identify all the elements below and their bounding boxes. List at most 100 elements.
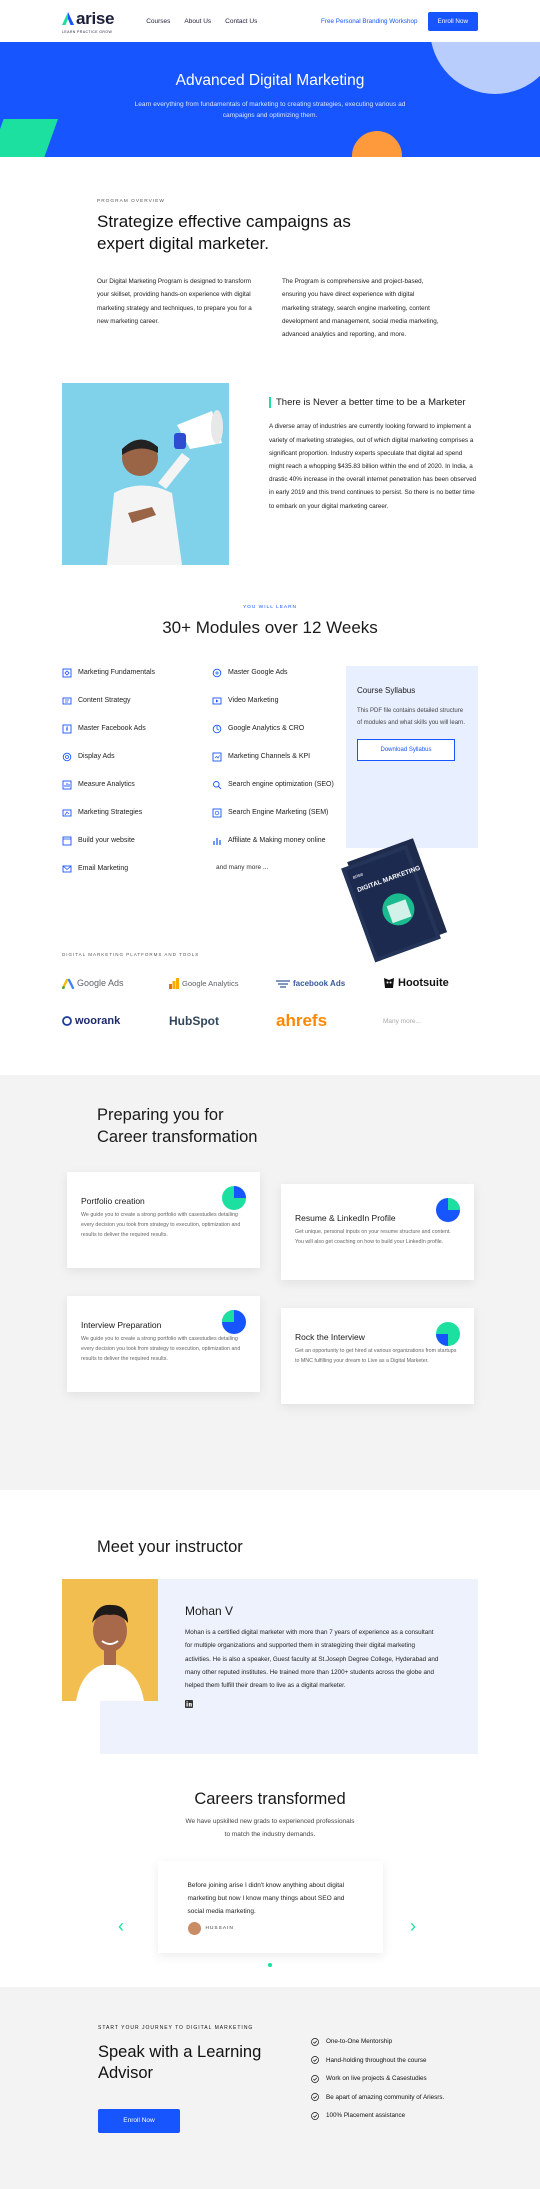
hootsuite-logo: Hootsuite [383, 977, 478, 989]
hubspot-logo: HubSpot [169, 1014, 264, 1028]
cta-eyebrow: START YOUR JOURNEY TO DIGITAL MARKETING [98, 2024, 254, 2031]
testimonials-title: Careers transformed [194, 1790, 346, 1809]
check-circle-icon [311, 2037, 319, 2046]
tool-name: Many more... [383, 1017, 421, 1025]
download-syllabus-button[interactable]: Download Syllabus [357, 739, 455, 762]
modules-column-2: Master Google Ads Video Marketing Google… [212, 668, 352, 892]
cta-enroll-button[interactable]: Enroll Now [98, 2108, 180, 2133]
more-modules-text: and many more ... [216, 864, 269, 872]
program-overview: PROGRAM OVERVIEW Strategize effective ca… [0, 157, 540, 341]
logo[interactable]: arise LEARN PRACTICE GROW [62, 9, 115, 34]
overview-text-left: Our Digital Marketing Program is designe… [97, 278, 252, 325]
facebook-ads-logo: facebook Ads [276, 979, 371, 988]
google-analytics-icon [212, 725, 222, 734]
woorank-icon [62, 1016, 72, 1027]
marketer-megaphone-image [62, 383, 229, 566]
module-item: Affiliate & Making money online [212, 836, 352, 850]
avatar [187, 1921, 201, 1935]
website-icon [62, 836, 72, 846]
ahrefs-logo: ahrefs [276, 1011, 371, 1031]
career-title-line-1: Preparing you for [97, 1106, 224, 1125]
benefit-label: Hand-holding throughout the course [326, 2056, 427, 2064]
testimonial-card: Before joining arise I didn't know anyth… [157, 1860, 383, 1953]
career-card-portfolio: Portfolio creation We guide you to creat… [67, 1172, 260, 1269]
module-label: Search Engine Marketing (SEM) [228, 809, 329, 817]
career-card-rock-interview: Rock the Interview Get an opportunity to… [281, 1308, 474, 1405]
overview-title: Strategize effective campaigns as expert… [97, 212, 351, 254]
module-label: Marketing Fundamentals [78, 669, 156, 677]
facebook-ads-icon [62, 724, 72, 734]
display-ads-icon [62, 753, 72, 762]
decorative-orange-circle [352, 131, 402, 157]
tool-name: facebook Ads [293, 978, 346, 988]
tool-name: Google Analytics [182, 978, 239, 988]
better-time-section: There is Never a better time to be a Mar… [0, 341, 540, 566]
many-more-tools: Many more... [383, 1018, 478, 1025]
module-label: Google Analytics & CRO [228, 725, 305, 733]
syllabus-text: This PDF file contains detailed structur… [357, 708, 466, 727]
module-label: Display Ads [78, 753, 115, 761]
testimonials-subtitle: We have upskilled new grads to experienc… [185, 1818, 355, 1838]
testimonial-author: HUSSAIN [205, 1925, 234, 1931]
testimonial-quote: Before joining arise I didn't know anyth… [187, 1881, 345, 1915]
instructor-bio: Mohan is a certified digital marketer wi… [185, 1629, 439, 1690]
hero-banner: Advanced Digital Marketing Learn everyth… [0, 42, 540, 157]
benefit-item: One-to-One Mentorship [311, 2037, 444, 2046]
nav-contact-us[interactable]: Contact Us [225, 18, 257, 25]
module-label: Marketing Strategies [78, 809, 143, 817]
career-card-interview-prep: Interview Preparation We guide you to cr… [67, 1296, 260, 1393]
decorative-green-shape [0, 119, 58, 157]
header-enroll-button[interactable]: Enroll Now [427, 11, 478, 31]
email-icon [62, 865, 72, 873]
better-time-text: A diverse array of industries are curren… [269, 423, 477, 510]
linkedin-icon[interactable] [185, 1700, 193, 1709]
modules-eyebrow: YOU WILL LEARN [242, 605, 298, 611]
check-circle-icon [311, 2111, 319, 2120]
tool-name: Google Ads [77, 978, 124, 989]
tool-name: HubSpot [169, 1014, 219, 1029]
module-label: Measure Analytics [78, 781, 135, 789]
chevron-left-icon[interactable]: ‹ [118, 1916, 124, 1937]
module-item: Build your website [62, 836, 202, 850]
career-title-line-2: Career transformation [97, 1127, 258, 1146]
workshop-link[interactable]: Free Personal Branding Workshop [321, 18, 418, 25]
analytics-icon [62, 780, 72, 790]
pie-chart-icon [436, 1322, 460, 1347]
seo-icon [213, 781, 222, 790]
chevron-right-icon[interactable]: › [410, 1916, 416, 1937]
benefit-label: Be apart of amazing community of Ariesrs… [326, 2093, 445, 2101]
main-nav: Courses About Us Contact Us [146, 18, 257, 25]
tool-name: Hootsuite [398, 977, 449, 990]
google-analytics-icon [169, 977, 179, 989]
carousel-dot[interactable] [268, 1962, 272, 1967]
content-icon [62, 697, 72, 705]
nav-about-us[interactable]: About Us [184, 18, 211, 25]
benefit-item: Be apart of amazing community of Ariesrs… [311, 2093, 445, 2102]
strategy-icon [62, 809, 72, 817]
nav-courses[interactable]: Courses [146, 18, 170, 25]
cta-section: START YOUR JOURNEY TO DIGITAL MARKETING … [0, 1986, 540, 2189]
card-text: We guide you to create a strong portfoli… [81, 1212, 241, 1238]
cta-title: Speak with a Learning Advisor [98, 2042, 262, 2083]
sem-icon [212, 808, 222, 818]
module-item: Video Marketing [212, 696, 352, 710]
better-time-title: There is Never a better time to be a Mar… [269, 397, 478, 409]
pie-chart-icon [222, 1186, 246, 1211]
modules-title: 30+ Modules over 12 Weeks [162, 618, 378, 638]
overview-text-right: The Program is comprehensive and project… [282, 278, 439, 339]
module-item: Measure Analytics [62, 780, 202, 794]
benefit-item: 100% Placement assistance [311, 2111, 444, 2120]
instructor-name: Mohan V [185, 1604, 234, 1619]
module-label: Video Marketing [228, 697, 279, 705]
module-item: Google Analytics & CRO [212, 724, 352, 738]
benefit-label: One-to-One Mentorship [326, 2038, 393, 2046]
module-label: Content Strategy [78, 697, 131, 705]
woorank-logo: woorank [62, 1015, 157, 1027]
module-item: Marketing Strategies [62, 808, 202, 822]
benefit-item: Hand-holding throughout the course [311, 2056, 444, 2065]
hootsuite-owl-icon [384, 978, 394, 989]
instructor-heading: Meet your instructor [97, 1538, 243, 1557]
modules-section: YOU WILL LEARN 30+ Modules over 12 Weeks… [0, 565, 540, 963]
pie-chart-icon [222, 1310, 246, 1335]
tools-eyebrow: DIGITAL MARKETING PLATFORMS AND TOOLS [62, 952, 200, 958]
